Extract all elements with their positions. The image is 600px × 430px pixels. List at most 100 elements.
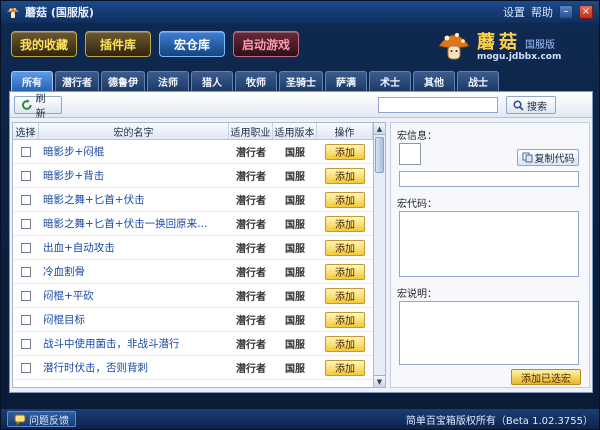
row-checkbox[interactable] (21, 338, 31, 349)
macro-name-field[interactable] (399, 171, 579, 187)
macro-name[interactable]: 战斗中使用菌击，非战斗潜行 (39, 332, 229, 355)
col-class[interactable]: 适用职业 (229, 123, 273, 139)
macro-desc-label: 宏说明： (397, 289, 437, 300)
feedback-button[interactable]: 问题反馈 (7, 411, 76, 427)
add-button[interactable]: 添加 (325, 239, 365, 256)
search-input[interactable] (378, 97, 498, 113)
select-cell (13, 140, 39, 163)
add-button[interactable]: 添加 (325, 215, 365, 232)
col-macro-name[interactable]: 宏的名字 (39, 123, 229, 139)
macro-desc-textarea[interactable] (399, 301, 579, 365)
macro-name[interactable]: 出血+自动攻击 (39, 236, 229, 259)
select-cell (13, 164, 39, 187)
macro-name[interactable]: 暗影之舞+匕首+伏击一换回原来… (39, 212, 229, 235)
macro-class: 潜行者 (236, 196, 266, 207)
macro-name[interactable]: 暗影步+闷棍 (39, 140, 229, 163)
class-tabs: 所有 潜行者 德鲁伊 法师 猎人 牧师 圣骑士 萨满 术士 其他 战士 (11, 71, 499, 91)
table-row[interactable]: 暗影步+闷棍 潜行者 国服 添加 (13, 140, 373, 164)
minimize-button[interactable]: – (559, 5, 573, 19)
table-row[interactable]: 暗影之舞+匕首+伏击一换回原来… 潜行者 国服 添加 (13, 212, 373, 236)
add-button[interactable]: 添加 (325, 143, 365, 160)
macro-class: 潜行者 (236, 364, 266, 375)
macro-name[interactable]: 暗影之舞+匕首+伏击 (39, 188, 229, 211)
tab-druid[interactable]: 德鲁伊 (101, 71, 145, 91)
macro-name[interactable]: 潜行时伏击，否则背刺 (39, 356, 229, 379)
col-select[interactable]: 选择 (13, 123, 39, 139)
scroll-up-icon[interactable]: ▲ (374, 123, 385, 135)
macro-name[interactable]: 冷血割骨 (39, 260, 229, 283)
chat-bubble-icon (14, 414, 26, 425)
macro-name[interactable]: 闷棍+平砍 (39, 284, 229, 307)
add-button[interactable]: 添加 (325, 311, 365, 328)
add-selected-macro-button[interactable]: 添加已选宏 (511, 369, 581, 385)
tab-rogue[interactable]: 潜行者 (55, 71, 99, 91)
table-row[interactable]: 潜行时伏击，否则背刺 潜行者 国服 添加 (13, 356, 373, 380)
row-checkbox[interactable] (21, 266, 31, 277)
add-button[interactable]: 添加 (325, 287, 365, 304)
select-cell (13, 308, 39, 331)
action-cell: 添加 (317, 260, 373, 283)
tab-warrior[interactable]: 战士 (457, 71, 499, 91)
tab-all[interactable]: 所有 (11, 71, 53, 91)
table-row[interactable]: 闷棍目标 潜行者 国服 添加 (13, 308, 373, 332)
table-body: 暗影步+闷棍 潜行者 国服 添加 暗影步+背击 潜行者 国服 添加 暗影之舞+匕首+伏击 潜行者国… (13, 140, 373, 380)
tab-other[interactable]: 其他 (413, 71, 455, 91)
select-cell (13, 284, 39, 307)
tab-shaman[interactable]: 萨满 (325, 71, 367, 91)
copy-code-button[interactable]: 复制代码 (517, 149, 579, 166)
macro-code-textarea[interactable] (399, 211, 579, 277)
mushroom-icon (7, 8, 19, 18)
table-row[interactable]: 出血+自动攻击 潜行者 国服 添加 (13, 236, 373, 260)
macro-table: 选择 宏的名字 适用职业 适用版本 操作 暗影步+闷棍 潜行者 国服 添加 暗影步+背击… (12, 122, 374, 388)
row-checkbox[interactable] (21, 242, 31, 253)
row-checkbox[interactable] (21, 362, 31, 373)
table-row[interactable]: 暗影步+背击 潜行者 国服 添加 (13, 164, 373, 188)
col-action[interactable]: 操作 (317, 123, 373, 139)
macro-class: 潜行者 (236, 172, 266, 183)
macro-name[interactable]: 闷棍目标 (39, 308, 229, 331)
row-checkbox[interactable] (21, 194, 31, 205)
add-button[interactable]: 添加 (325, 167, 365, 184)
refresh-button[interactable]: 刷新 (14, 94, 62, 120)
add-button[interactable]: 添加 (325, 263, 365, 280)
help-link[interactable]: 帮助 (531, 4, 553, 20)
scroll-down-icon[interactable]: ▼ (374, 375, 385, 387)
scroll-thumb[interactable] (375, 137, 384, 173)
tab-warlock[interactable]: 术士 (369, 71, 411, 91)
col-version[interactable]: 适用版本 (273, 123, 317, 139)
nav-plugin-library[interactable]: 插件库 (85, 31, 152, 57)
row-checkbox[interactable] (21, 290, 31, 301)
copy-code-label: 复制代码 (534, 154, 575, 165)
row-checkbox[interactable] (21, 170, 31, 181)
table-row[interactable]: 战斗中使用菌击，非战斗潜行 潜行者 国服 添加 (13, 332, 373, 356)
search-button[interactable]: 搜索 (506, 96, 556, 114)
row-checkbox[interactable] (21, 146, 31, 157)
table-row[interactable]: 闷棍+平砍 潜行者 国服 添加 (13, 284, 373, 308)
row-checkbox[interactable] (21, 314, 31, 325)
table-row[interactable]: 暗影之舞+匕首+伏击 潜行者 国服 添加 (13, 188, 373, 212)
table-scrollbar[interactable]: ▲ ▼ (374, 122, 386, 388)
nav-macro-library[interactable]: 宏仓库 (159, 31, 226, 57)
select-cell (13, 260, 39, 283)
nav-launch-game[interactable]: 启动游戏 (233, 31, 300, 57)
macro-name[interactable]: 暗影步+背击 (39, 164, 229, 187)
tab-paladin[interactable]: 圣骑士 (279, 71, 323, 91)
macro-class: 潜行者 (236, 316, 266, 327)
tab-mage[interactable]: 法师 (147, 71, 189, 91)
macro-icon-box[interactable] (399, 143, 421, 165)
table-row[interactable]: 冷血割骨 潜行者 国服 添加 (13, 260, 373, 284)
toolbar: 刷新 搜索 (10, 92, 592, 120)
settings-link[interactable]: 设置 (503, 4, 525, 20)
tab-priest[interactable]: 牧师 (235, 71, 277, 91)
add-button[interactable]: 添加 (325, 335, 365, 352)
action-cell: 添加 (317, 332, 373, 355)
add-button[interactable]: 添加 (325, 359, 365, 376)
add-button[interactable]: 添加 (325, 191, 365, 208)
row-checkbox[interactable] (21, 218, 31, 229)
nav-my-favorites[interactable]: 我的收藏 (11, 31, 78, 57)
brand-tag: 国服版 (525, 40, 555, 51)
window-title: 蘑菇 (国服版) (25, 6, 94, 19)
close-button[interactable]: × (579, 5, 593, 19)
search-label: 搜索 (527, 101, 547, 113)
tab-hunter[interactable]: 猎人 (191, 71, 233, 91)
